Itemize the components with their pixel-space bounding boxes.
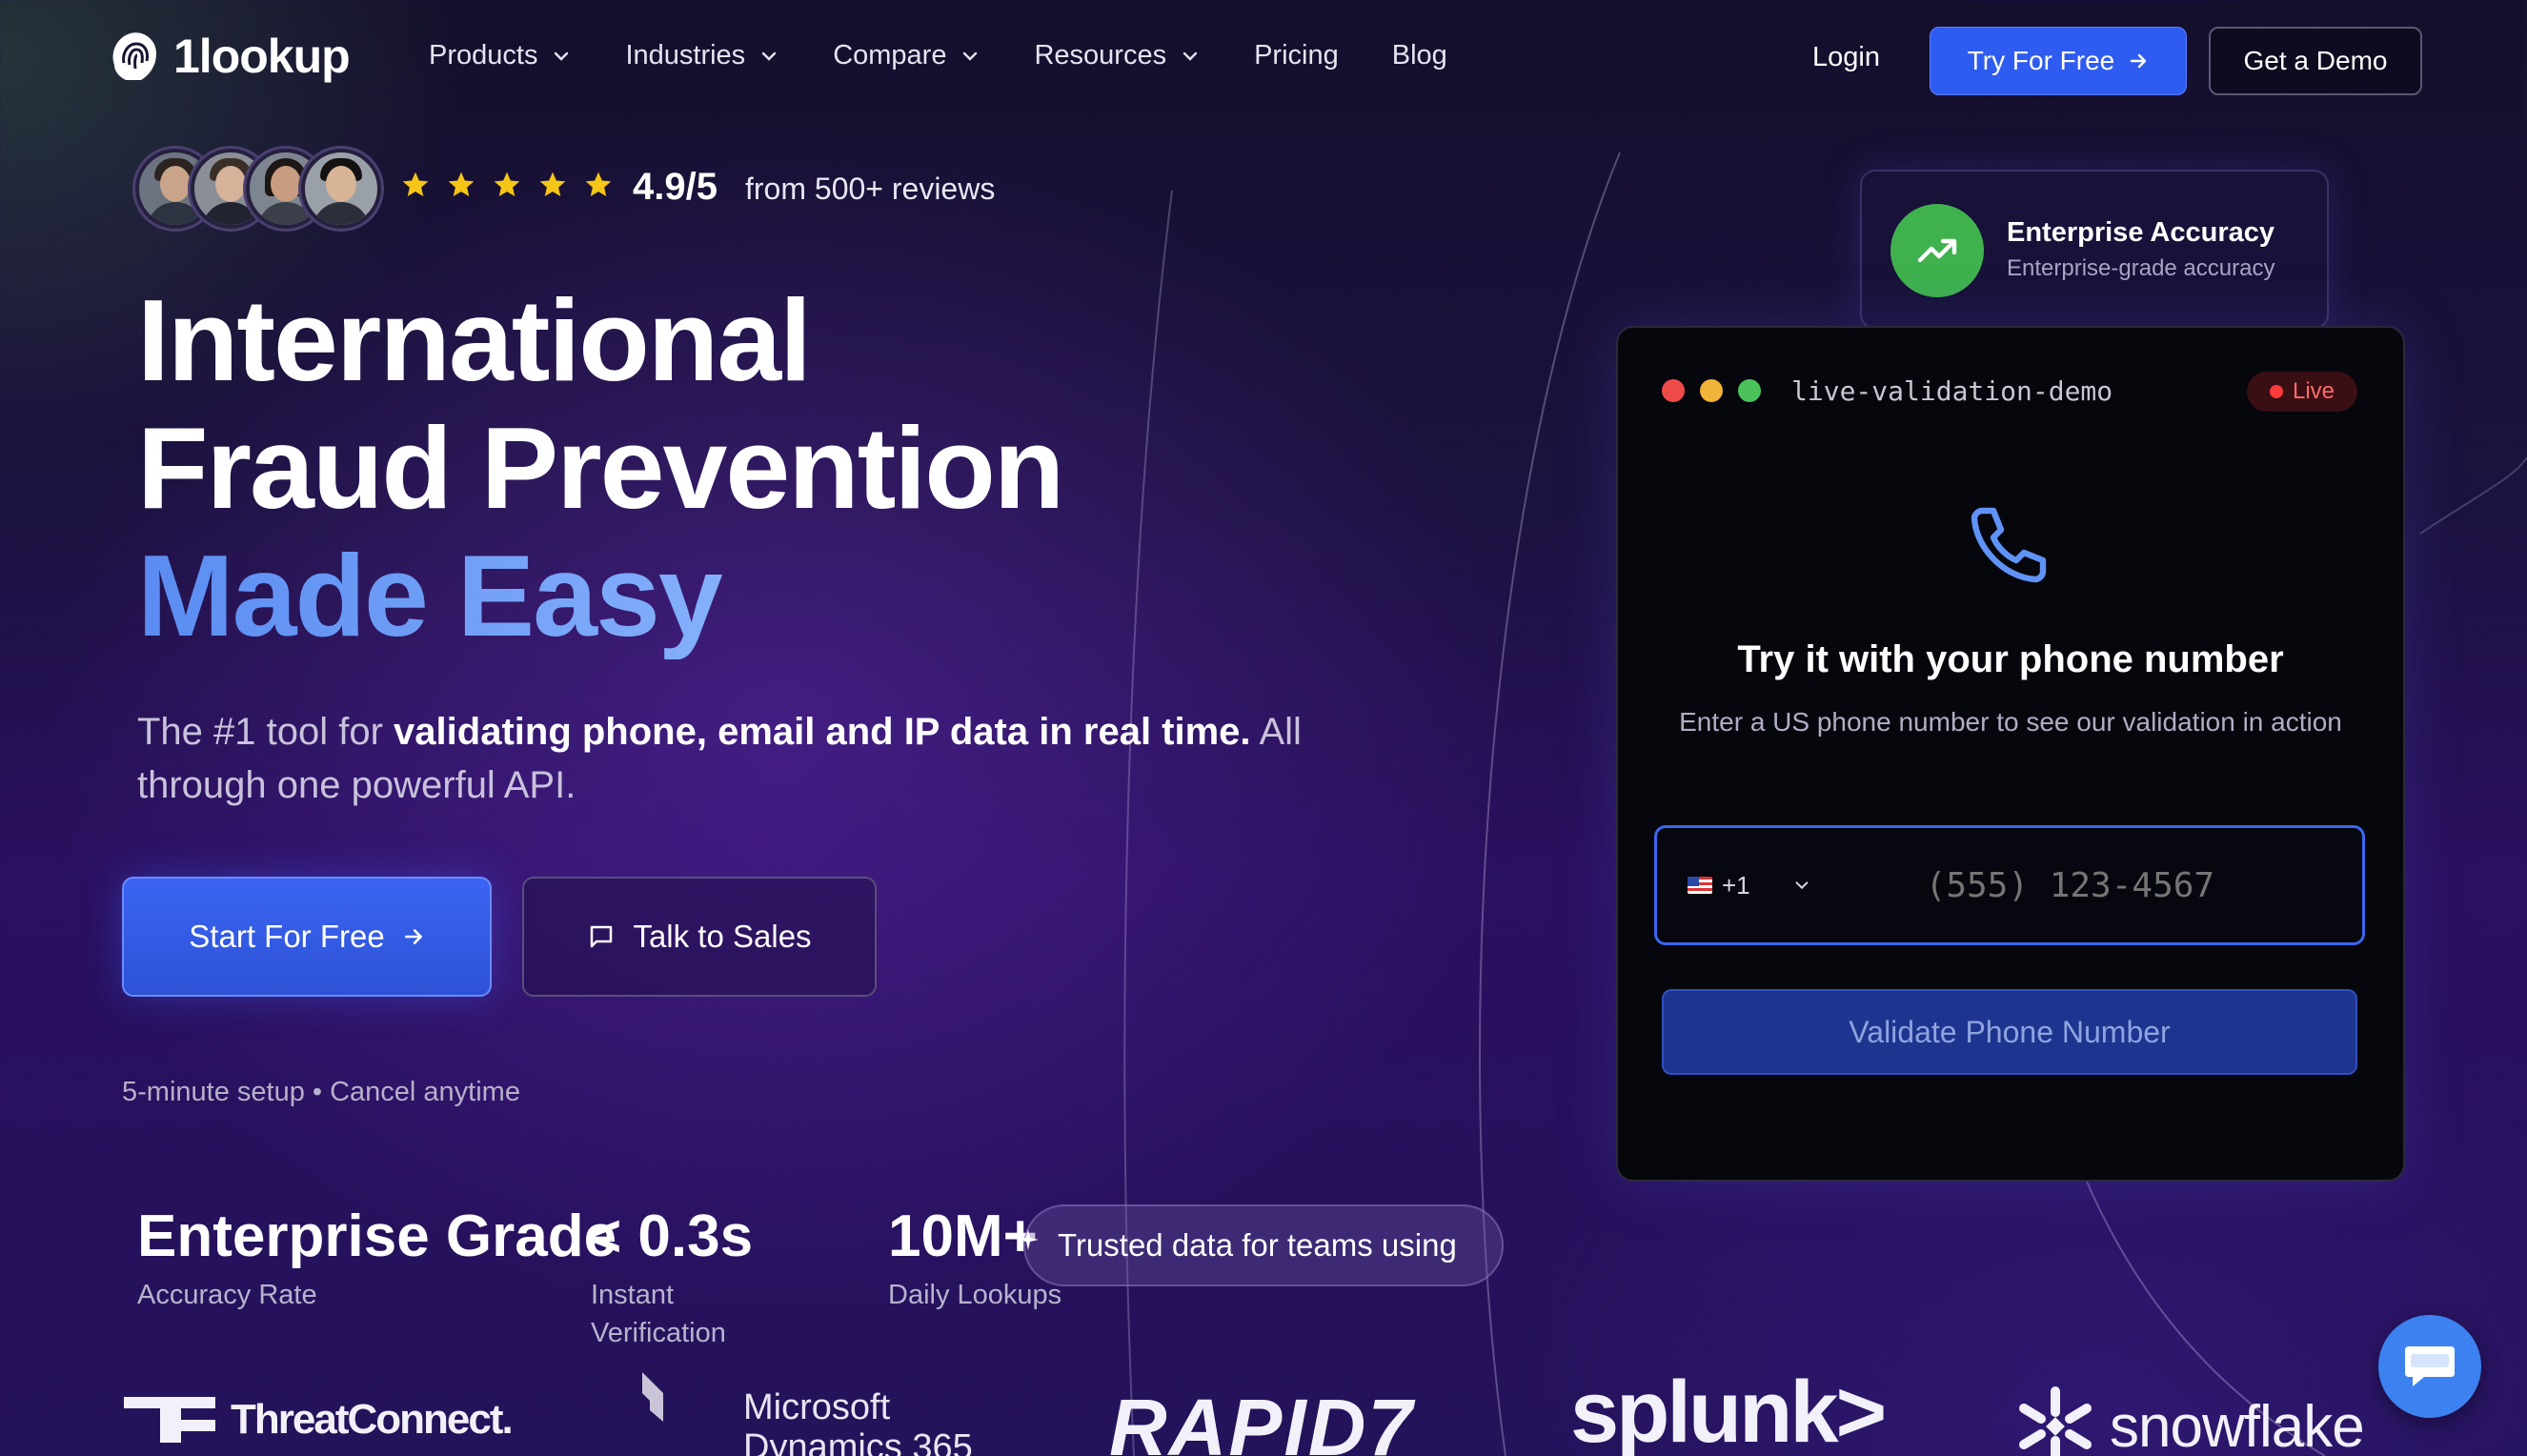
star-icon (402, 172, 429, 196)
hero-line-3: Made Easy (137, 532, 1062, 659)
rapid7-logo: RAPID7 (1109, 1383, 1415, 1456)
accuracy-title: Enterprise Accuracy (2007, 217, 2275, 248)
window-maximize-dot (1738, 379, 1761, 402)
stat-value: Enterprise Grade (137, 1203, 617, 1269)
talk-to-sales-label: Talk to Sales (633, 919, 812, 954)
accuracy-icon-badge (1890, 204, 1984, 297)
live-badge: Live (2247, 372, 2357, 412)
nav-pricing[interactable]: Pricing (1254, 40, 1339, 71)
brand-name: 1lookup (173, 30, 351, 83)
us-flag-icon (1688, 877, 1712, 894)
phone-number-input[interactable] (1925, 865, 2269, 905)
stat-accuracy: Enterprise Grade Accuracy Rate (137, 1203, 617, 1314)
hero-line-1: International (137, 275, 812, 405)
microsoft-mark-icon (642, 1372, 663, 1422)
snowflake-text: snowflake (2110, 1393, 2365, 1456)
nav-compare[interactable]: Compare (833, 40, 980, 71)
chevron-down-icon (963, 51, 978, 61)
start-for-free-button[interactable]: Start For Free (122, 877, 492, 997)
nav-industries[interactable]: Industries (625, 40, 779, 71)
accuracy-subtitle: Enterprise-grade accuracy (2007, 255, 2275, 281)
star-icon (448, 172, 475, 196)
review-count: from 500+ reviews (745, 172, 996, 206)
trending-up-icon (1917, 238, 1957, 263)
hero-line-2: Fraud Prevention (137, 403, 1064, 533)
hero-sub-bold: validating phone, email and IP data in r… (394, 711, 1251, 753)
country-code[interactable]: +1 (1722, 871, 1750, 900)
setup-note: 5-minute setup • Cancel anytime (122, 1077, 520, 1107)
nav-blog[interactable]: Blog (1392, 40, 1447, 71)
rating-stars (400, 170, 614, 200)
nav-resources-label: Resources (1034, 40, 1167, 71)
phone-input-group: +1 (1654, 825, 2365, 945)
chat-bubble-icon (591, 925, 613, 948)
login-link[interactable]: Login (1812, 42, 1880, 73)
nav-compare-label: Compare (833, 40, 947, 71)
stat-label: Daily Lookups (888, 1280, 1062, 1310)
window-close-dot (1662, 379, 1685, 402)
talk-to-sales-button[interactable]: Talk to Sales (522, 877, 877, 997)
stat-value: < 0.3s (587, 1203, 754, 1269)
nav-products-label: Products (429, 40, 538, 71)
chevron-down-icon (761, 51, 777, 61)
live-label: Live (2292, 378, 2335, 404)
trusted-badge: Trusted data for teams using (1023, 1204, 1504, 1286)
hero-headline: International Fraud Prevention Made Easy (137, 275, 1064, 659)
arrow-right-icon (2131, 53, 2147, 69)
nav-blog-label: Blog (1391, 40, 1447, 71)
avatar (301, 149, 381, 229)
demo-description: Enter a US phone number to see our valid… (1679, 707, 2342, 737)
hero-subtitle: The #1 tool for validating phone, email … (137, 705, 1376, 812)
nav-industries-label: Industries (625, 40, 746, 71)
stat-label: Instant Verification (591, 1280, 726, 1348)
microsoft-line-1: Microsoft (743, 1387, 891, 1427)
stat-speed: < 0.3s Instant Verification (587, 1203, 753, 1352)
star-icon (585, 172, 612, 196)
threatconnect-text: ThreatConnect. (231, 1396, 514, 1443)
get-a-demo-button[interactable]: Get a Demo (2209, 27, 2422, 95)
main-nav: Products Industries Compare Resources Pr… (429, 40, 1501, 71)
chat-icon (2405, 1346, 2455, 1386)
snowflake-icon (2019, 1386, 2092, 1456)
microsoft-line-2: Dynamics 365 (743, 1427, 973, 1456)
demo-heading: Try it with your phone number (1737, 638, 2284, 680)
arrow-right-icon (404, 929, 422, 944)
phone-icon (1971, 507, 2047, 583)
chevron-down-icon (555, 51, 569, 61)
hero-sub-prefix: The #1 tool for (137, 711, 394, 753)
brand-logo[interactable]: 1lookup (105, 27, 351, 86)
sparkle-icon (1018, 1229, 1039, 1250)
threatconnect-logo: ThreatConnect. (124, 1393, 514, 1446)
splunk-logo: splunk> (1570, 1364, 1887, 1456)
live-dot-icon (2269, 385, 2283, 398)
demo-window-title: live-validation-demo (1791, 375, 2113, 407)
start-for-free-label: Start For Free (189, 919, 385, 954)
chevron-down-icon (1183, 51, 1198, 61)
stat-label: Accuracy Rate (137, 1280, 317, 1310)
microsoft-dynamics-logo: Microsoft Dynamics 365 (743, 1387, 973, 1456)
snowflake-logo: snowflake (2012, 1384, 2365, 1456)
star-icon (539, 172, 566, 196)
validate-phone-button[interactable]: Validate Phone Number (1662, 989, 2357, 1075)
nav-resources[interactable]: Resources (1034, 40, 1201, 71)
try-for-free-button[interactable]: Try For Free (1930, 27, 2187, 95)
rating-score: 4.9/5 (633, 166, 718, 208)
nav-products[interactable]: Products (429, 40, 572, 71)
star-icon (494, 172, 520, 196)
window-minimize-dot (1700, 379, 1723, 402)
threatconnect-mark-icon (124, 1397, 215, 1443)
nav-pricing-label: Pricing (1254, 40, 1339, 71)
try-for-free-label: Try For Free (1967, 46, 2115, 75)
reviewer-avatars (135, 149, 381, 229)
chat-widget-button[interactable] (2378, 1315, 2481, 1418)
fingerprint-hand-icon (112, 32, 156, 80)
chevron-down-icon[interactable] (1792, 876, 1811, 895)
